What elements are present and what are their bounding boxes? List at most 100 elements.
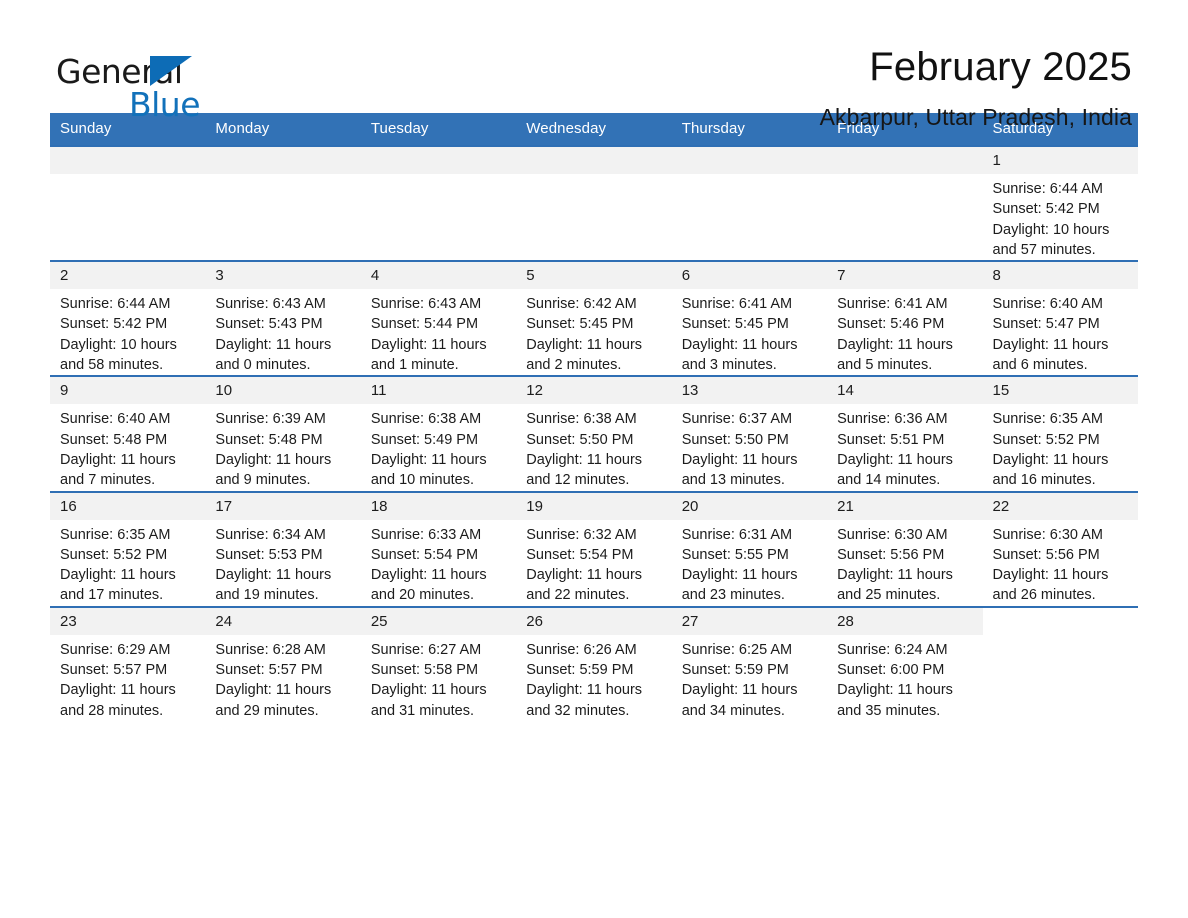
sunset-text: Sunset: 5:45 PM <box>681 316 789 333</box>
sunrise-text: Sunrise: 6:44 AM <box>992 181 1103 197</box>
sunset-text: Sunset: 5:53 PM <box>215 546 323 563</box>
sunrise-text: Sunrise: 6:44 AM <box>60 296 171 313</box>
day-sun-info: Sunrise: 6:31 AM Sunset: 5:55 PM Daylight:… <box>672 520 827 606</box>
calendar-day-cell[interactable]: 18 Sunrise: 6:33 AM Sunset: 5:54 PM Dayligh… <box>360 490 517 607</box>
day-sun-info: Sunrise: 6:27 AM Sunset: 5:58 PM Daylight:… <box>361 635 516 721</box>
daylight-text: Daylight: 11 hours and 31 minutes. <box>370 682 487 719</box>
sunset-text: Sunset: 5:46 PM <box>837 316 945 333</box>
day-number: 9 <box>50 377 206 405</box>
calendar-day-cell[interactable]: 12 Sunrise: 6:38 AM Sunset: 5:50 PM Dayligh… <box>516 375 672 492</box>
day-cell-content: 6 Sunrise: 6:41 AM Sunset: 5:45 PM Daylight… <box>671 262 828 375</box>
day-number: 8 <box>982 262 1138 290</box>
day-cell-content: 17 Sunrise: 6:34 AM Sunset: 5:53 PM Dayligh… <box>205 492 361 606</box>
calendar-day-cell[interactable]: 1 Sunrise: 6:44 AM Sunset: 5:42 PM Daylight… <box>982 144 1138 262</box>
calendar-day-cell[interactable]: 14 Sunrise: 6:36 AM Sunset: 5:51 PM Dayligh… <box>827 375 983 492</box>
day-sun-info: Sunrise: 6:35 AM Sunset: 5:52 PM Daylight:… <box>983 404 1138 490</box>
daylight-text: Daylight: 11 hours and 3 minutes. <box>681 336 798 374</box>
daylight-text: Daylight: 11 hours and 22 minutes. <box>526 567 643 604</box>
calendar-day-cell[interactable]: 21 Sunrise: 6:30 AM Sunset: 5:56 PM Dayligh… <box>827 490 983 607</box>
day-cell-content <box>671 147 828 260</box>
daylight-text: Daylight: 11 hours and 28 minutes. <box>60 682 176 719</box>
day-number: 7 <box>827 262 983 290</box>
calendar-day-cell[interactable]: 8 Sunrise: 6:40 AM Sunset: 5:47 PM Daylight… <box>982 260 1138 377</box>
sunset-text: Sunset: 5:48 PM <box>60 431 168 448</box>
general-blue-logo[interactable]: General Blue <box>50 46 250 124</box>
sunset-text: Sunset: 5:51 PM <box>837 431 945 448</box>
day-cell-content: 12 Sunrise: 6:38 AM Sunset: 5:50 PM Dayligh… <box>516 377 672 490</box>
sunset-text: Sunset: 5:47 PM <box>992 316 1100 333</box>
sunset-text: Sunset: 5:48 PM <box>215 431 323 448</box>
calendar-day-cell[interactable]: 10 Sunrise: 6:39 AM Sunset: 5:48 PM Dayligh… <box>205 375 361 492</box>
sunset-text: Sunset: 5:43 PM <box>215 316 323 333</box>
day-sun-info: Sunrise: 6:28 AM Sunset: 5:57 PM Daylight:… <box>205 635 360 721</box>
calendar-day-cell[interactable]: 28 Sunrise: 6:24 AM Sunset: 6:00 PM Dayligh… <box>827 605 983 721</box>
day-cell-content: 1 Sunrise: 6:44 AM Sunset: 5:42 PM Daylight… <box>982 147 1138 260</box>
day-number: 28 <box>827 607 983 635</box>
sunrise-text: Sunrise: 6:24 AM <box>837 641 948 658</box>
day-sun-info: Sunrise: 6:43 AM Sunset: 5:43 PM Daylight:… <box>205 289 360 375</box>
sunset-text: Sunset: 5:45 PM <box>526 316 634 333</box>
day-cell-content: 24 Sunrise: 6:28 AM Sunset: 5:57 PM Dayligh… <box>205 607 361 721</box>
sunrise-text: Sunrise: 6:42 AM <box>526 296 637 313</box>
day-number <box>205 147 361 174</box>
sunrise-text: Sunrise: 6:36 AM <box>837 411 948 428</box>
sunrise-text: Sunrise: 6:41 AM <box>837 296 948 313</box>
day-cell-content <box>205 147 361 260</box>
day-number: 22 <box>982 492 1138 520</box>
calendar-day-cell[interactable]: 27 Sunrise: 6:25 AM Sunset: 5:59 PM Dayligh… <box>671 605 828 721</box>
calendar-day-cell[interactable]: 13 Sunrise: 6:37 AM Sunset: 5:50 PM Dayligh… <box>671 375 828 492</box>
daylight-text: Daylight: 11 hours and 1 minute. <box>370 336 487 374</box>
daylight-text: Daylight: 11 hours and 23 minutes. <box>681 567 798 604</box>
day-number <box>982 607 1138 635</box>
sunrise-text: Sunrise: 6:34 AM <box>215 526 326 543</box>
calendar-day-cell[interactable]: 19 Sunrise: 6:32 AM Sunset: 5:54 PM Dayligh… <box>516 490 672 607</box>
daylight-text: Daylight: 11 hours and 0 minutes. <box>215 336 332 374</box>
day-cell-content: 22 Sunrise: 6:30 AM Sunset: 5:56 PM Dayligh… <box>982 492 1138 606</box>
daylight-text: Daylight: 11 hours and 5 minutes. <box>837 336 953 374</box>
calendar-day-cell[interactable]: 23 Sunrise: 6:29 AM Sunset: 5:57 PM Dayligh… <box>50 605 206 721</box>
calendar-day-cell[interactable]: 4 Sunrise: 6:43 AM Sunset: 5:44 PM Daylight… <box>360 260 517 377</box>
calendar-day-cell[interactable]: 25 Sunrise: 6:27 AM Sunset: 5:58 PM Dayligh… <box>360 605 517 721</box>
calendar-day-cell[interactable]: 9 Sunrise: 6:40 AM Sunset: 5:48 PM Daylight… <box>50 375 206 492</box>
sunset-text: Sunset: 5:56 PM <box>992 546 1100 563</box>
daylight-text: Daylight: 10 hours and 58 minutes. <box>60 336 177 374</box>
calendar-day-cell[interactable]: 7 Sunrise: 6:41 AM Sunset: 5:46 PM Daylight… <box>827 260 983 377</box>
weekday-header-wednesday: Wednesday <box>516 113 672 146</box>
daylight-text: Daylight: 11 hours and 13 minutes. <box>681 451 798 489</box>
calendar-day-cell[interactable]: 3 Sunrise: 6:43 AM Sunset: 5:43 PM Daylight… <box>205 260 361 377</box>
day-cell-content: 9 Sunrise: 6:40 AM Sunset: 5:48 PM Daylight… <box>50 377 206 490</box>
calendar-day-cell[interactable]: 24 Sunrise: 6:28 AM Sunset: 5:57 PM Dayligh… <box>205 605 361 721</box>
day-cell-content <box>360 147 517 260</box>
day-number: 11 <box>360 377 517 405</box>
calendar-day-cell[interactable]: 6 Sunrise: 6:41 AM Sunset: 5:45 PM Daylight… <box>671 260 828 377</box>
title-block: February 2025 Akbarpur, Uttar Pradesh, I… <box>820 46 1138 131</box>
calendar-day-cell[interactable]: 5 Sunrise: 6:42 AM Sunset: 5:45 PM Daylight… <box>516 260 672 377</box>
day-number <box>671 147 828 174</box>
day-number: 16 <box>50 492 206 520</box>
day-cell-content <box>50 147 206 260</box>
day-cell-content: 3 Sunrise: 6:43 AM Sunset: 5:43 PM Daylight… <box>205 262 361 375</box>
daylight-text: Daylight: 11 hours and 35 minutes. <box>837 682 953 719</box>
day-cell-content: 4 Sunrise: 6:43 AM Sunset: 5:44 PM Daylight… <box>360 262 517 375</box>
sunrise-text: Sunrise: 6:41 AM <box>681 296 793 313</box>
calendar-page: General Blue February 2025 Akbarpur, Utt… <box>0 0 1188 918</box>
sunset-text: Sunset: 5:50 PM <box>526 431 634 448</box>
daylight-text: Daylight: 11 hours and 26 minutes. <box>992 567 1109 604</box>
calendar-day-cell[interactable]: 20 Sunrise: 6:31 AM Sunset: 5:55 PM Dayligh… <box>671 490 828 607</box>
daylight-text: Daylight: 11 hours and 34 minutes. <box>681 682 798 719</box>
calendar-day-cell[interactable]: 22 Sunrise: 6:30 AM Sunset: 5:56 PM Dayligh… <box>982 490 1138 607</box>
day-sun-info: Sunrise: 6:44 AM Sunset: 5:42 PM Daylight:… <box>50 289 205 375</box>
calendar-day-cell[interactable]: 15 Sunrise: 6:35 AM Sunset: 5:52 PM Dayligh… <box>982 375 1138 492</box>
day-number: 2 <box>50 262 206 290</box>
calendar-day-cell[interactable]: 26 Sunrise: 6:26 AM Sunset: 5:59 PM Dayligh… <box>516 605 672 721</box>
weekday-header-monday: Monday <box>205 113 361 146</box>
daylight-text: Daylight: 11 hours and 17 minutes. <box>60 567 176 604</box>
calendar-empty-cell <box>205 144 361 262</box>
weekday-header-thursday: Thursday <box>671 113 828 146</box>
daylight-text: Daylight: 11 hours and 20 minutes. <box>370 567 487 604</box>
calendar-day-cell[interactable]: 2 Sunrise: 6:44 AM Sunset: 5:42 PM Daylight… <box>50 260 206 377</box>
calendar-day-cell[interactable]: 11 Sunrise: 6:38 AM Sunset: 5:49 PM Dayligh… <box>360 375 517 492</box>
day-cell-content: 16 Sunrise: 6:35 AM Sunset: 5:52 PM Dayligh… <box>50 492 206 606</box>
calendar-day-cell[interactable]: 17 Sunrise: 6:34 AM Sunset: 5:53 PM Dayligh… <box>205 490 361 607</box>
calendar-day-cell[interactable]: 16 Sunrise: 6:35 AM Sunset: 5:52 PM Dayligh… <box>50 490 206 607</box>
